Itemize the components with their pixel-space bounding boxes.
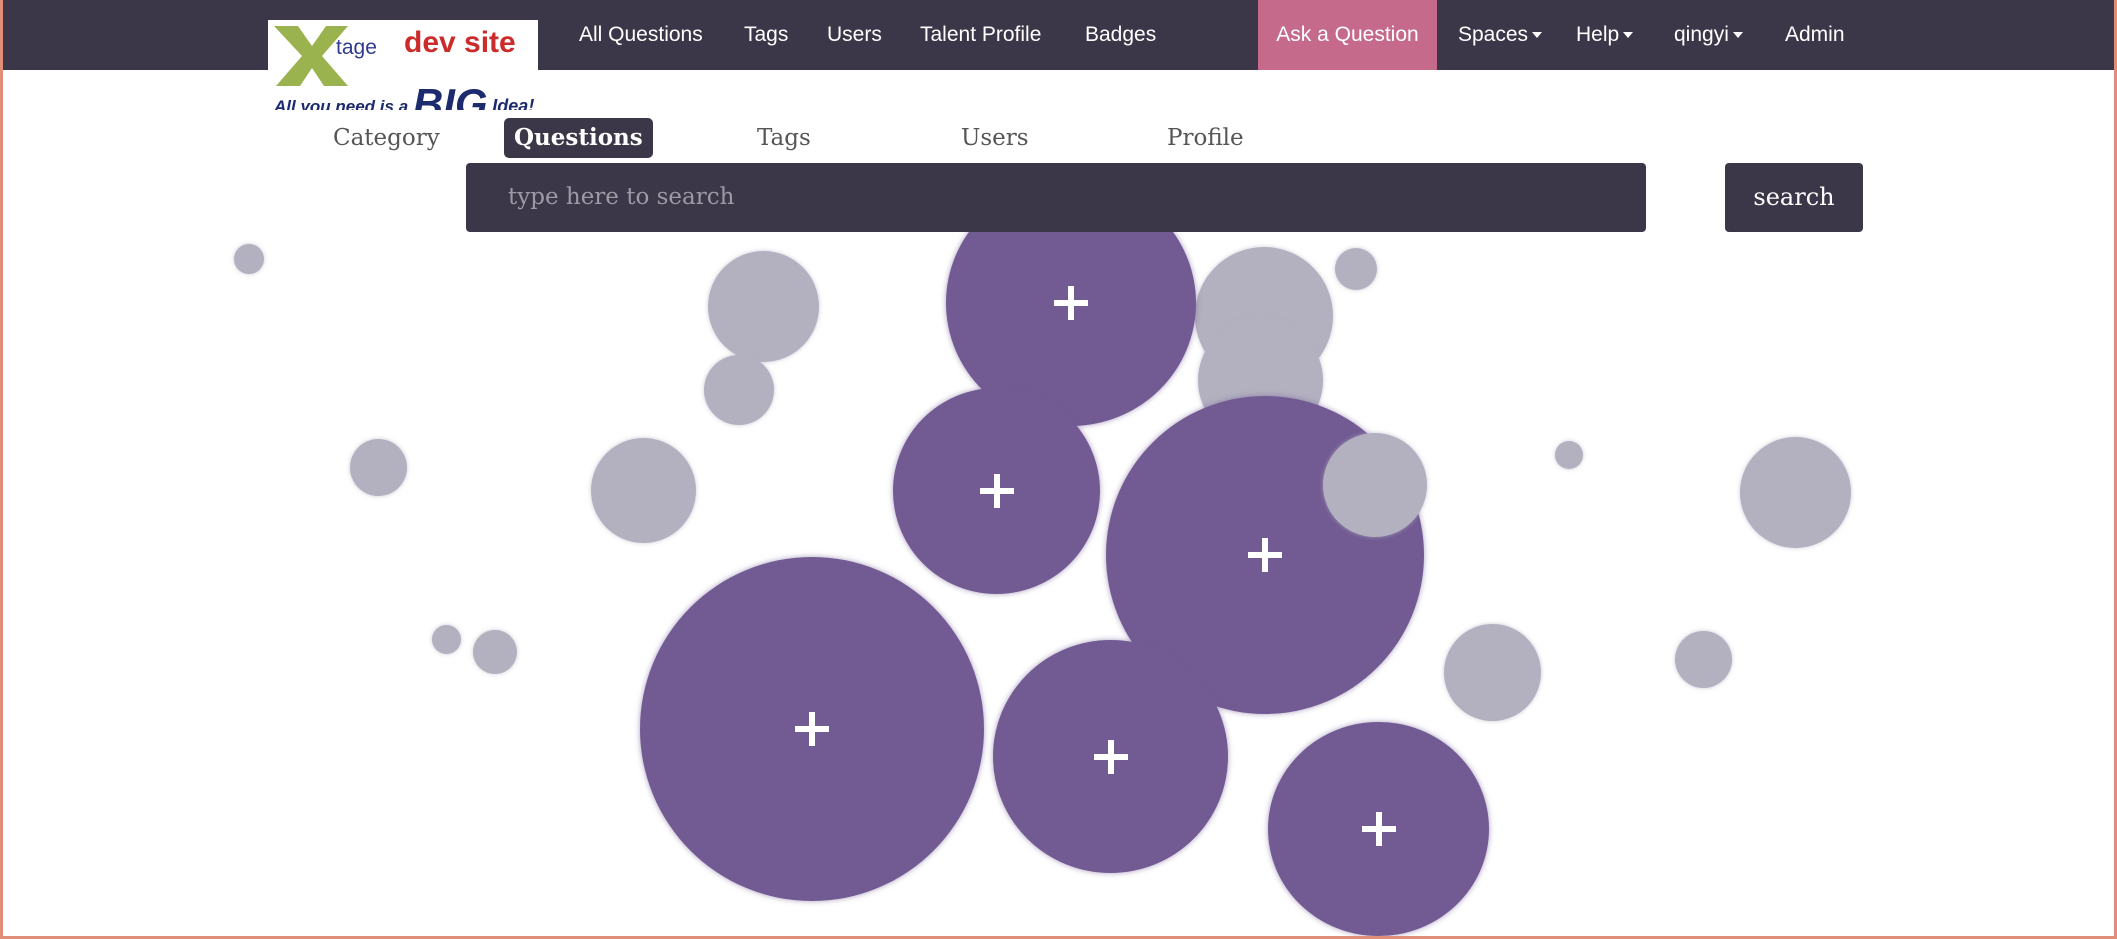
category-bubble[interactable] [473,630,517,674]
nav-badges[interactable]: Badges [1085,0,1156,70]
nav-user-dropdown[interactable]: qingyi [1674,0,1743,70]
caret-down-icon [1732,32,1743,39]
search-input[interactable]: type here to search [466,163,1646,232]
category-bubble[interactable] [432,625,461,654]
category-bubble[interactable] [1555,441,1583,469]
caret-down-icon [1532,32,1543,39]
nav-spaces-label: Spaces [1458,23,1529,46]
tagline-suffix: Idea! [492,96,535,110]
plus-icon [1054,286,1088,320]
site-logo[interactable]: tage dev site All you need is a BIG Idea… [268,20,538,110]
nav-all-questions[interactable]: All Questions [579,0,703,70]
filter-tags[interactable]: Tags [757,118,811,158]
filter-profile[interactable]: Profile [1167,118,1244,158]
caret-down-icon [1623,32,1634,39]
category-bubble[interactable] [1323,433,1427,537]
category-bubble[interactable] [350,439,407,496]
filter-category[interactable]: Category [333,118,440,158]
category-bubble[interactable] [1740,437,1851,548]
expandable-bubble[interactable] [993,640,1228,873]
nav-spaces-dropdown[interactable]: Spaces [1458,0,1543,70]
nav-help-label: Help [1576,23,1620,46]
search-button[interactable]: search [1725,163,1863,232]
nav-tags[interactable]: Tags [744,0,788,70]
bubble-cloud [0,0,2117,939]
plus-icon [1093,739,1128,774]
expandable-bubble[interactable] [893,388,1100,594]
category-bubble[interactable] [708,251,819,362]
plus-icon [979,474,1014,508]
tagline-prefix: All you need is a [274,97,409,110]
nav-talent-profile[interactable]: Talent Profile [920,0,1041,70]
category-bubble[interactable] [1335,248,1377,290]
nav-admin[interactable]: Admin [1785,0,1845,70]
category-bubble[interactable] [1444,624,1541,721]
nav-user-label: qingyi [1674,23,1729,46]
filter-questions[interactable]: Questions [504,118,653,158]
category-bubble[interactable] [704,355,774,425]
plus-icon [1361,812,1396,846]
logo-tage-text: tage [336,36,377,59]
category-bubble[interactable] [234,244,264,274]
category-bubble[interactable] [591,438,696,543]
category-bubble[interactable] [1675,631,1732,688]
nav-help-dropdown[interactable]: Help [1576,0,1634,70]
tagline-big: BIG [412,80,488,110]
logo-dev-site-text: dev site [404,26,516,59]
plus-icon [1248,538,1282,572]
expandable-bubble[interactable] [640,557,984,901]
expandable-bubble[interactable] [1268,722,1489,936]
plus-icon [795,712,829,746]
nav-users[interactable]: Users [827,0,882,70]
ask-question-button[interactable]: Ask a Question [1258,0,1437,70]
logo-tagline: All you need is a BIG Idea! [274,80,534,110]
filter-users[interactable]: Users [961,118,1029,158]
